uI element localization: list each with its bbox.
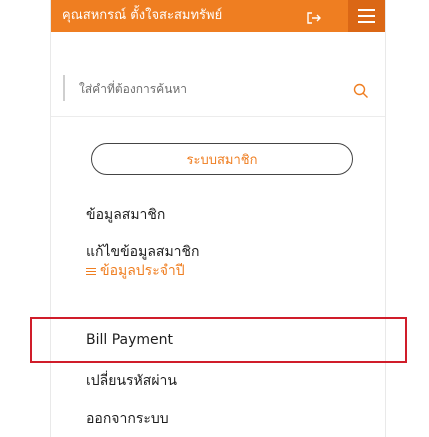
- user-name-title: คุณสหกรณ์ ตั้งใจสะสมทรัพย์: [62, 8, 223, 23]
- logout-icon[interactable]: [306, 11, 322, 25]
- list-icon: [86, 267, 96, 276]
- search-icon[interactable]: [353, 83, 369, 99]
- menu-item-change-password[interactable]: เปลี่ยนรหัสผ่าน: [86, 372, 177, 390]
- search-input[interactable]: ใส่คำที่ต้องการค้นหา: [79, 81, 187, 97]
- highlight-box: [30, 317, 407, 363]
- search-bar-accent: [63, 75, 65, 101]
- menu-item-annual-info[interactable]: ข้อมูลประจำปี: [86, 262, 185, 280]
- menu-item-logout[interactable]: ออกจากระบบ: [86, 410, 169, 428]
- menu-item-edit-member-info[interactable]: แก้ไขข้อมูลสมาชิก: [86, 243, 200, 261]
- menu-item-member-info[interactable]: ข้อมูลสมาชิก: [86, 206, 165, 224]
- hamburger-menu-button[interactable]: [348, 0, 385, 32]
- hamburger-icon: [358, 9, 375, 11]
- divider: [51, 116, 385, 117]
- member-system-button[interactable]: ระบบสมาชิก: [91, 143, 353, 175]
- member-system-label: ระบบสมาชิก: [186, 152, 258, 168]
- menu-item-annual-info-label: ข้อมูลประจำปี: [100, 263, 185, 279]
